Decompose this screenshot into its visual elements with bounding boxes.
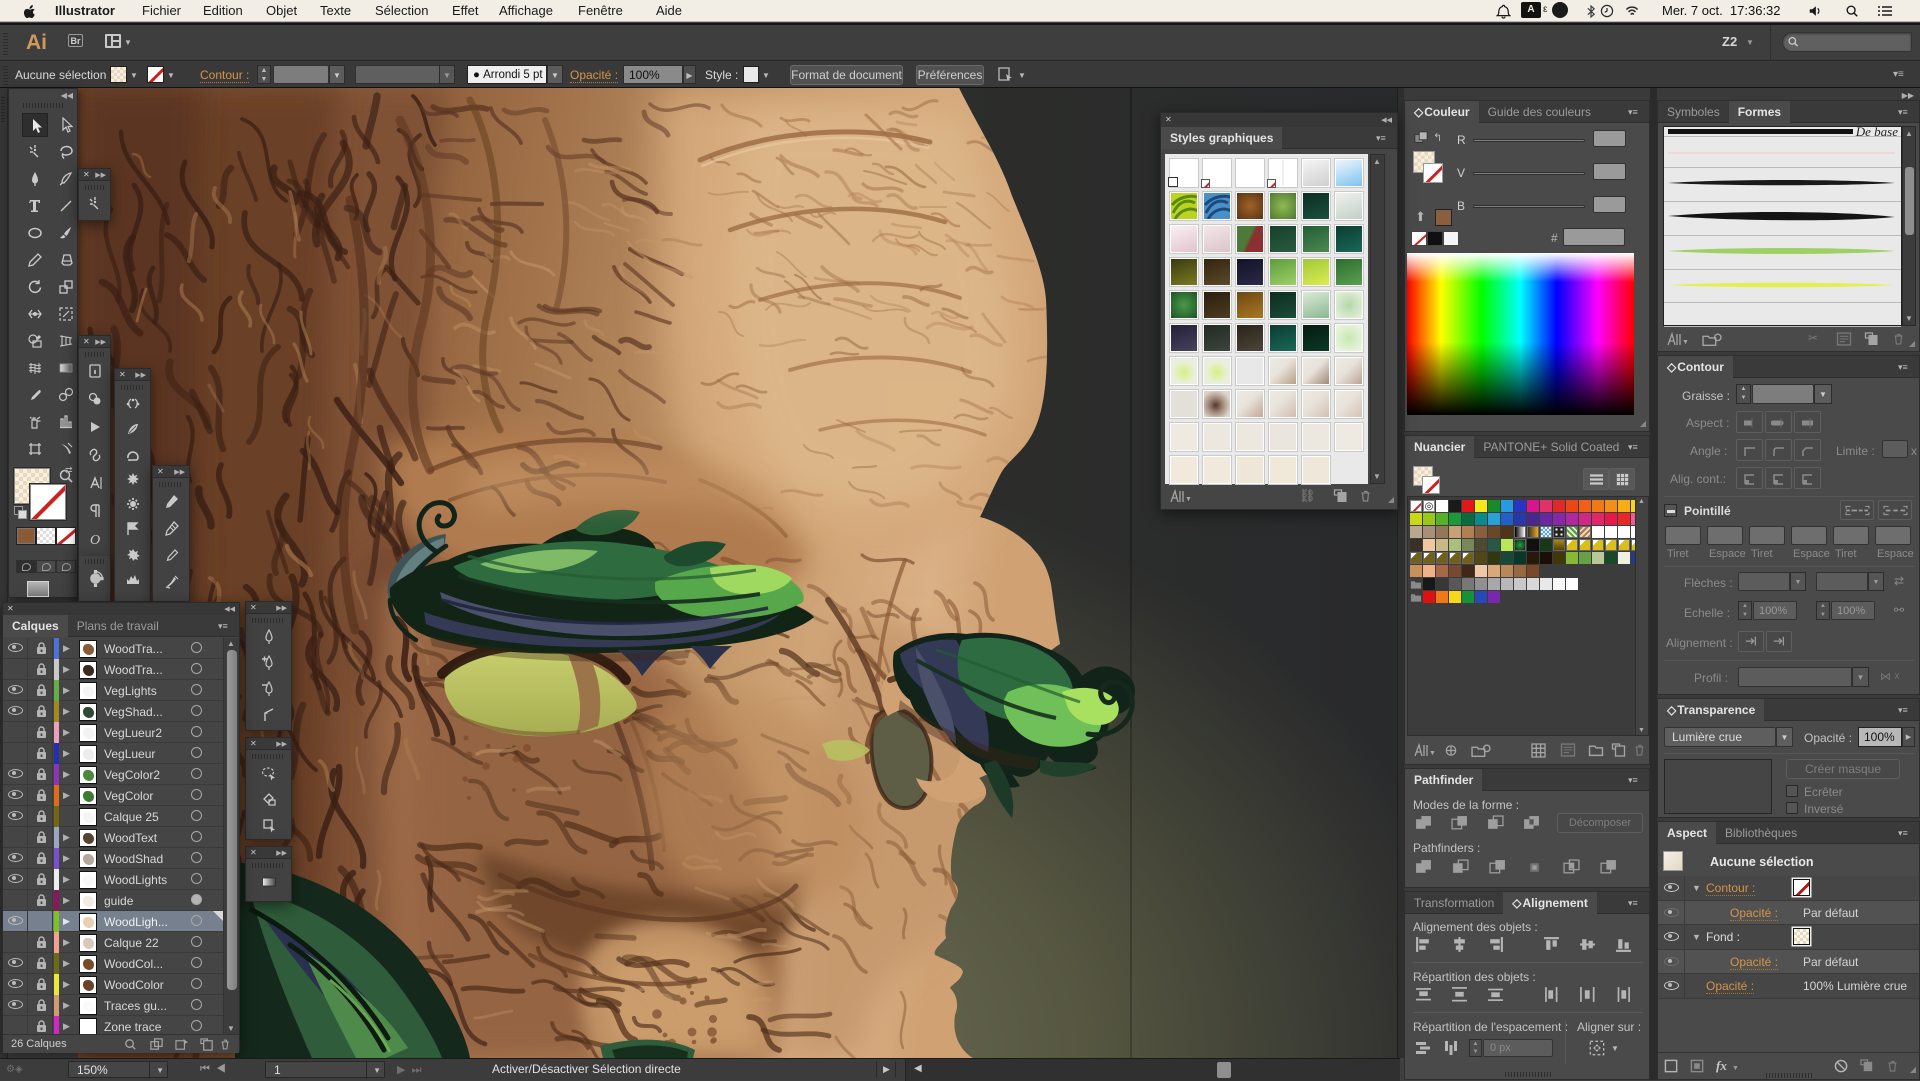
svg-text:O: O (90, 533, 100, 547)
